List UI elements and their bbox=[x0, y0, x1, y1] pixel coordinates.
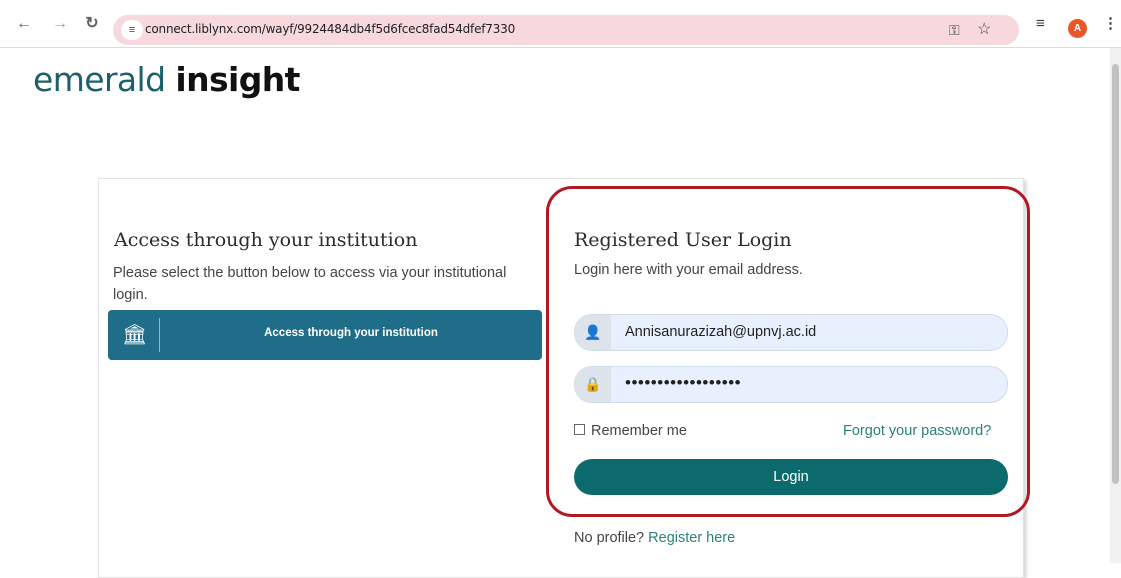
register-link[interactable]: Register here bbox=[648, 530, 735, 546]
reload-icon[interactable]: ↻ bbox=[82, 14, 102, 34]
arrow-left-icon[interactable]: ← bbox=[14, 14, 34, 34]
login-description: Login here with your email address. bbox=[574, 262, 803, 278]
tune-icon[interactable]: ≡ bbox=[121, 20, 143, 40]
key-icon[interactable]: ⚿ bbox=[949, 21, 960, 39]
institution-building-icon: 🏛 bbox=[122, 324, 148, 346]
user-icon: 👤 bbox=[575, 315, 611, 350]
institution-description: Please select the button below to access… bbox=[113, 265, 507, 303]
no-profile-row: No profile? Register here bbox=[574, 530, 735, 546]
logo-light-text: emerald bbox=[33, 60, 166, 99]
email-value[interactable]: Annisanurazizah@upnvj.ac.id bbox=[625, 324, 816, 340]
forgot-password-link[interactable]: Forgot your password? bbox=[843, 423, 991, 439]
url-text[interactable]: connect.liblynx.com/wayf/9924484db4f5d6f… bbox=[145, 22, 515, 36]
remember-me-checkbox[interactable] bbox=[574, 424, 585, 435]
lock-icon: 🔒 bbox=[575, 367, 611, 402]
remember-me[interactable]: Remember me bbox=[574, 423, 687, 439]
logo-bold-text: insight bbox=[175, 60, 300, 99]
avatar[interactable]: A bbox=[1068, 19, 1087, 38]
password-field[interactable]: 🔒 •••••••••••••••••• bbox=[574, 366, 1008, 403]
scrollbar-thumb[interactable] bbox=[1112, 64, 1119, 484]
kebab-menu-icon[interactable]: ⋮ bbox=[1103, 14, 1118, 34]
no-profile-label: No profile? bbox=[574, 530, 645, 546]
institution-heading: Access through your institution bbox=[114, 229, 418, 251]
remember-me-label: Remember me bbox=[591, 423, 687, 439]
star-icon[interactable]: ☆ bbox=[977, 21, 991, 39]
access-institution-button[interactable]: 🏛 Access through your institution bbox=[108, 310, 542, 360]
arrow-right-icon[interactable]: → bbox=[50, 14, 70, 34]
access-institution-label: Access through your institution bbox=[264, 327, 438, 339]
emerald-insight-logo[interactable]: emerald insight bbox=[33, 60, 300, 99]
scrollbar[interactable] bbox=[1110, 48, 1121, 563]
login-button[interactable]: Login bbox=[574, 459, 1008, 495]
password-value[interactable]: •••••••••••••••••• bbox=[625, 373, 741, 393]
address-bar[interactable]: ≡ connect.liblynx.com/wayf/9924484db4f5d… bbox=[113, 15, 1019, 45]
login-heading: Registered User Login bbox=[574, 229, 792, 251]
email-field[interactable]: 👤 Annisanurazizah@upnvj.ac.id bbox=[574, 314, 1008, 351]
browser-toolbar: ← → ↻ ≡ connect.liblynx.com/wayf/9924484… bbox=[0, 0, 1121, 48]
media-control-icon[interactable]: ≡ bbox=[1036, 14, 1045, 34]
